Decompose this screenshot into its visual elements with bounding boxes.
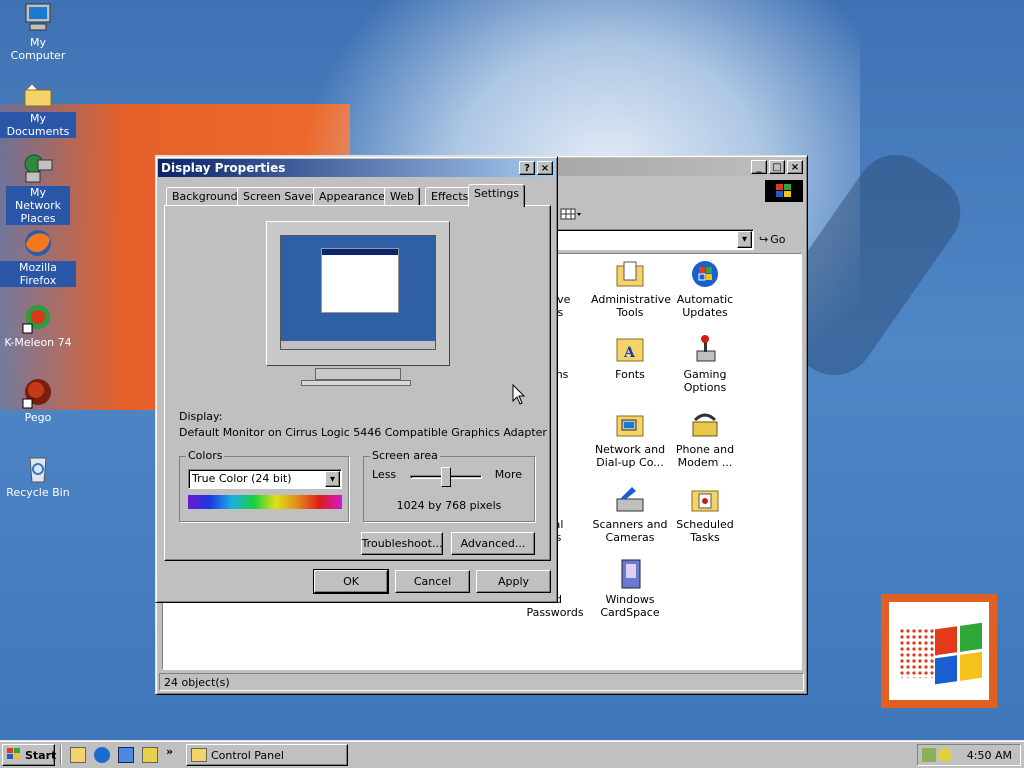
desktop-icon-firefox[interactable]: Mozilla Firefox bbox=[0, 227, 76, 287]
channels-icon[interactable] bbox=[142, 747, 158, 763]
recycle-bin-icon bbox=[22, 452, 54, 484]
control-panel-icon bbox=[191, 748, 207, 762]
cp-item-scanners-cameras[interactable]: Scanners and Cameras bbox=[591, 483, 669, 544]
fonts-icon: A bbox=[614, 333, 646, 365]
network-dialup-icon bbox=[614, 408, 646, 440]
ie-icon[interactable] bbox=[94, 747, 110, 763]
less-label: Less bbox=[372, 468, 397, 481]
dialog-close-button[interactable]: × bbox=[537, 161, 553, 175]
resolution-value: 1024 by 768 pixels bbox=[396, 499, 502, 512]
kmeleon-icon bbox=[22, 302, 54, 334]
more-label: More bbox=[494, 468, 522, 481]
display-properties-titlebar[interactable]: Display Properties ? × bbox=[158, 159, 555, 177]
clock[interactable]: 4:50 AM bbox=[967, 749, 1012, 762]
colors-group: Colors True Color (24 bit) ▾ bbox=[179, 449, 349, 522]
go-button[interactable]: ↪ Go bbox=[759, 229, 801, 250]
cp-item-fonts[interactable]: A Fonts bbox=[591, 333, 669, 381]
cp-item-administrative-tools[interactable]: Administrative Tools bbox=[591, 258, 671, 319]
show-desktop-icon[interactable] bbox=[70, 747, 86, 763]
screen-area-slider[interactable] bbox=[441, 467, 451, 487]
taskbar-task-control-panel[interactable]: Control Panel bbox=[186, 744, 348, 766]
windows-logo-tile bbox=[881, 594, 997, 708]
display-value: Default Monitor on Cirrus Logic 5446 Com… bbox=[179, 426, 547, 439]
gaming-icon bbox=[689, 333, 721, 365]
tab-effects[interactable]: Effects bbox=[425, 187, 475, 206]
start-button[interactable]: Start bbox=[2, 744, 56, 766]
monitor-stand bbox=[315, 368, 401, 380]
tab-appearance[interactable]: Appearance bbox=[313, 187, 392, 206]
minimize-button[interactable]: _ bbox=[751, 160, 767, 174]
phone-modem-icon bbox=[689, 408, 721, 440]
troubleshoot-button[interactable]: Troubleshoot... bbox=[361, 532, 443, 555]
cancel-button[interactable]: Cancel bbox=[395, 570, 470, 593]
screen-area-group: Screen area Less More 1024 by 768 pixels bbox=[363, 449, 535, 522]
views-icon[interactable] bbox=[560, 206, 582, 222]
display-properties-dialog[interactable]: Display Properties ? × Background Screen… bbox=[155, 156, 558, 603]
colors-dropdown-button[interactable]: ▾ bbox=[325, 471, 340, 487]
help-button[interactable]: ? bbox=[519, 161, 535, 175]
desktop-icon-my-computer[interactable]: My Computer bbox=[0, 2, 76, 62]
status-bar: 24 object(s) bbox=[159, 673, 804, 691]
volume-tray-icon[interactable] bbox=[938, 748, 952, 762]
apply-button[interactable]: Apply bbox=[476, 570, 551, 593]
firefox-icon bbox=[22, 227, 54, 259]
windows-update-icon bbox=[689, 258, 721, 290]
taskbar: Start » Control Panel 4:50 AM bbox=[0, 740, 1024, 768]
scheduled-tasks-icon bbox=[689, 483, 721, 515]
folder-documents-icon bbox=[22, 78, 54, 110]
network-tray-icon[interactable] bbox=[922, 748, 936, 762]
cardspace-icon bbox=[614, 558, 646, 590]
windows-flag-icon bbox=[935, 622, 983, 690]
scanner-icon bbox=[614, 483, 646, 515]
cp-item-cardspace[interactable]: Windows CardSpace bbox=[591, 558, 669, 619]
ok-button[interactable]: OK bbox=[313, 569, 389, 594]
advanced-button[interactable]: Advanced... bbox=[451, 532, 535, 555]
maximize-button[interactable]: □ bbox=[769, 160, 785, 174]
monitor-base bbox=[301, 380, 411, 386]
tab-settings[interactable]: Settings bbox=[468, 184, 526, 207]
cp-item-gaming-options[interactable]: Gaming Options bbox=[666, 333, 744, 394]
address-dropdown-button[interactable]: ▾ bbox=[737, 231, 752, 248]
quick-launch-overflow[interactable]: » bbox=[166, 745, 173, 758]
logo-dots bbox=[899, 628, 937, 678]
cp-item-network-dialup[interactable]: Network and Dial-up Co... bbox=[591, 408, 669, 469]
cp-item-automatic-updates[interactable]: Automatic Updates bbox=[666, 258, 744, 319]
desktop-icon-my-documents[interactable]: My Documents bbox=[0, 78, 76, 138]
admin-tools-icon bbox=[614, 258, 646, 290]
monitor-preview bbox=[266, 221, 450, 366]
system-tray: 4:50 AM bbox=[917, 744, 1021, 766]
address-field[interactable]: ▾ bbox=[546, 229, 754, 250]
desktop-icon-pego[interactable]: Pego bbox=[0, 377, 76, 424]
pego-icon bbox=[22, 377, 54, 409]
preview-window bbox=[321, 248, 399, 313]
taskbar-divider bbox=[60, 745, 62, 765]
windows-start-icon bbox=[6, 747, 22, 764]
cp-item-scheduled-tasks[interactable]: Scheduled Tasks bbox=[666, 483, 744, 544]
cp-item-phone-modem[interactable]: Phone and Modem ... bbox=[666, 408, 744, 469]
windows-throbber-icon bbox=[765, 180, 803, 202]
color-spectrum bbox=[188, 495, 342, 509]
tab-screen-saver[interactable]: Screen Saver bbox=[237, 187, 322, 206]
computer-icon bbox=[22, 2, 54, 34]
colors-select[interactable]: True Color (24 bit) ▾ bbox=[188, 469, 342, 489]
display-label: Display: bbox=[179, 410, 223, 423]
tab-web[interactable]: Web bbox=[384, 187, 420, 206]
svg-text:A: A bbox=[623, 345, 636, 361]
close-button[interactable]: × bbox=[787, 160, 803, 174]
tab-background[interactable]: Background bbox=[166, 187, 244, 206]
desktop-icon-network-places[interactable]: My Network Places bbox=[0, 152, 76, 225]
go-arrow-icon: ↪ bbox=[759, 233, 769, 246]
outlook-icon[interactable] bbox=[118, 747, 134, 763]
mouse-pointer-icon bbox=[512, 383, 526, 409]
settings-panel: Display: Default Monitor on Cirrus Logic… bbox=[164, 205, 551, 561]
monitor-screen bbox=[280, 235, 436, 350]
network-places-icon bbox=[22, 152, 54, 184]
desktop-icon-recycle-bin[interactable]: Recycle Bin bbox=[0, 452, 76, 499]
desktop-icon-kmeleon[interactable]: K-Meleon 74 bbox=[0, 302, 76, 349]
